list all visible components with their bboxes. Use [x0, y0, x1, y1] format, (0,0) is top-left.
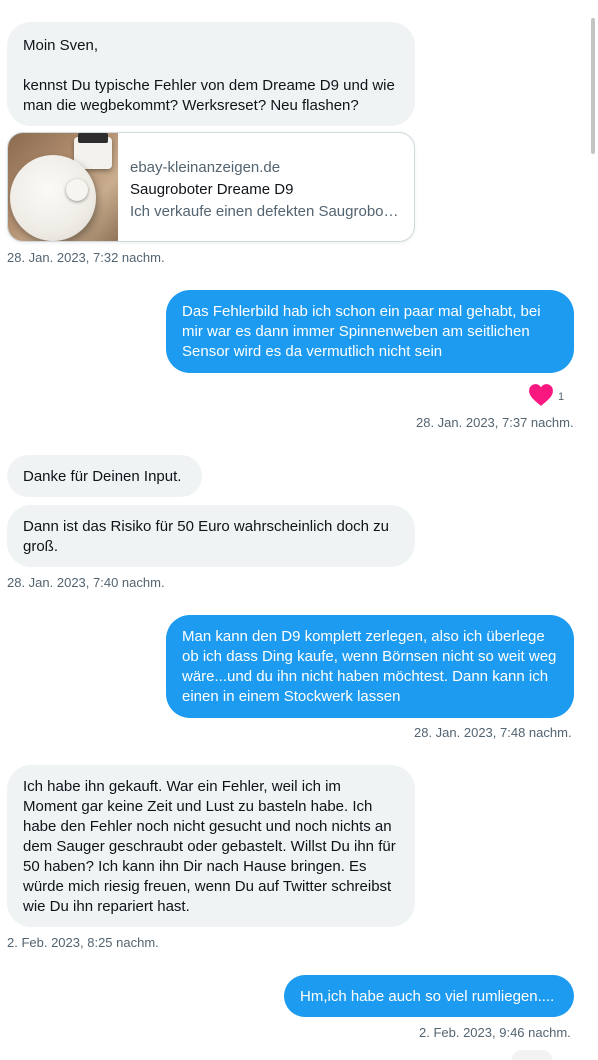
message-bubble-partial: [512, 1050, 552, 1060]
message-bubble-incoming[interactable]: Danke für Deinen Input.: [7, 455, 202, 497]
message-bubble-outgoing[interactable]: Das Fehlerbild hab ich schon ein paar ma…: [166, 290, 574, 373]
message-timestamp: 2. Feb. 2023, 9:46 nachm.: [419, 1025, 571, 1040]
link-preview-title: Saugroboter Dreame D9: [130, 181, 294, 198]
message-bubble-outgoing[interactable]: Hm,ich habe auch so viel rumliegen....: [284, 975, 574, 1017]
message-bubble-outgoing[interactable]: Man kann den D9 komplett zerlegen, also …: [166, 615, 574, 718]
heart-icon: [529, 384, 553, 406]
message-timestamp: 28. Jan. 2023, 7:40 nachm.: [7, 575, 165, 590]
message-timestamp: 28. Jan. 2023, 7:32 nachm.: [7, 250, 165, 265]
message-bubble-incoming[interactable]: Ich habe ihn gekauft. War ein Fehler, we…: [7, 765, 415, 927]
link-preview-image: [8, 133, 118, 241]
reaction-count: 1: [558, 391, 565, 403]
scrollbar[interactable]: [591, 18, 595, 154]
link-preview-description: Ich verkaufe einen defekten Saugroboter …: [130, 203, 402, 220]
message-bubble-incoming[interactable]: Dann ist das Risiko für 50 Euro wahrsche…: [7, 505, 415, 567]
message-timestamp: 2. Feb. 2023, 8:25 nachm.: [7, 935, 159, 950]
link-preview-card[interactable]: ebay-kleinanzeigen.de Saugroboter Dreame…: [7, 132, 415, 242]
link-preview-domain: ebay-kleinanzeigen.de: [130, 159, 281, 176]
message-timestamp: 28. Jan. 2023, 7:48 nachm.: [414, 725, 572, 740]
message-timestamp: 28. Jan. 2023, 7:37 nachm.: [416, 415, 574, 430]
message-thread: Moin Sven, kennst Du typische Fehler von…: [0, 0, 592, 1060]
reaction[interactable]: 1: [528, 383, 564, 407]
message-bubble-incoming[interactable]: Moin Sven, kennst Du typische Fehler von…: [7, 22, 415, 126]
